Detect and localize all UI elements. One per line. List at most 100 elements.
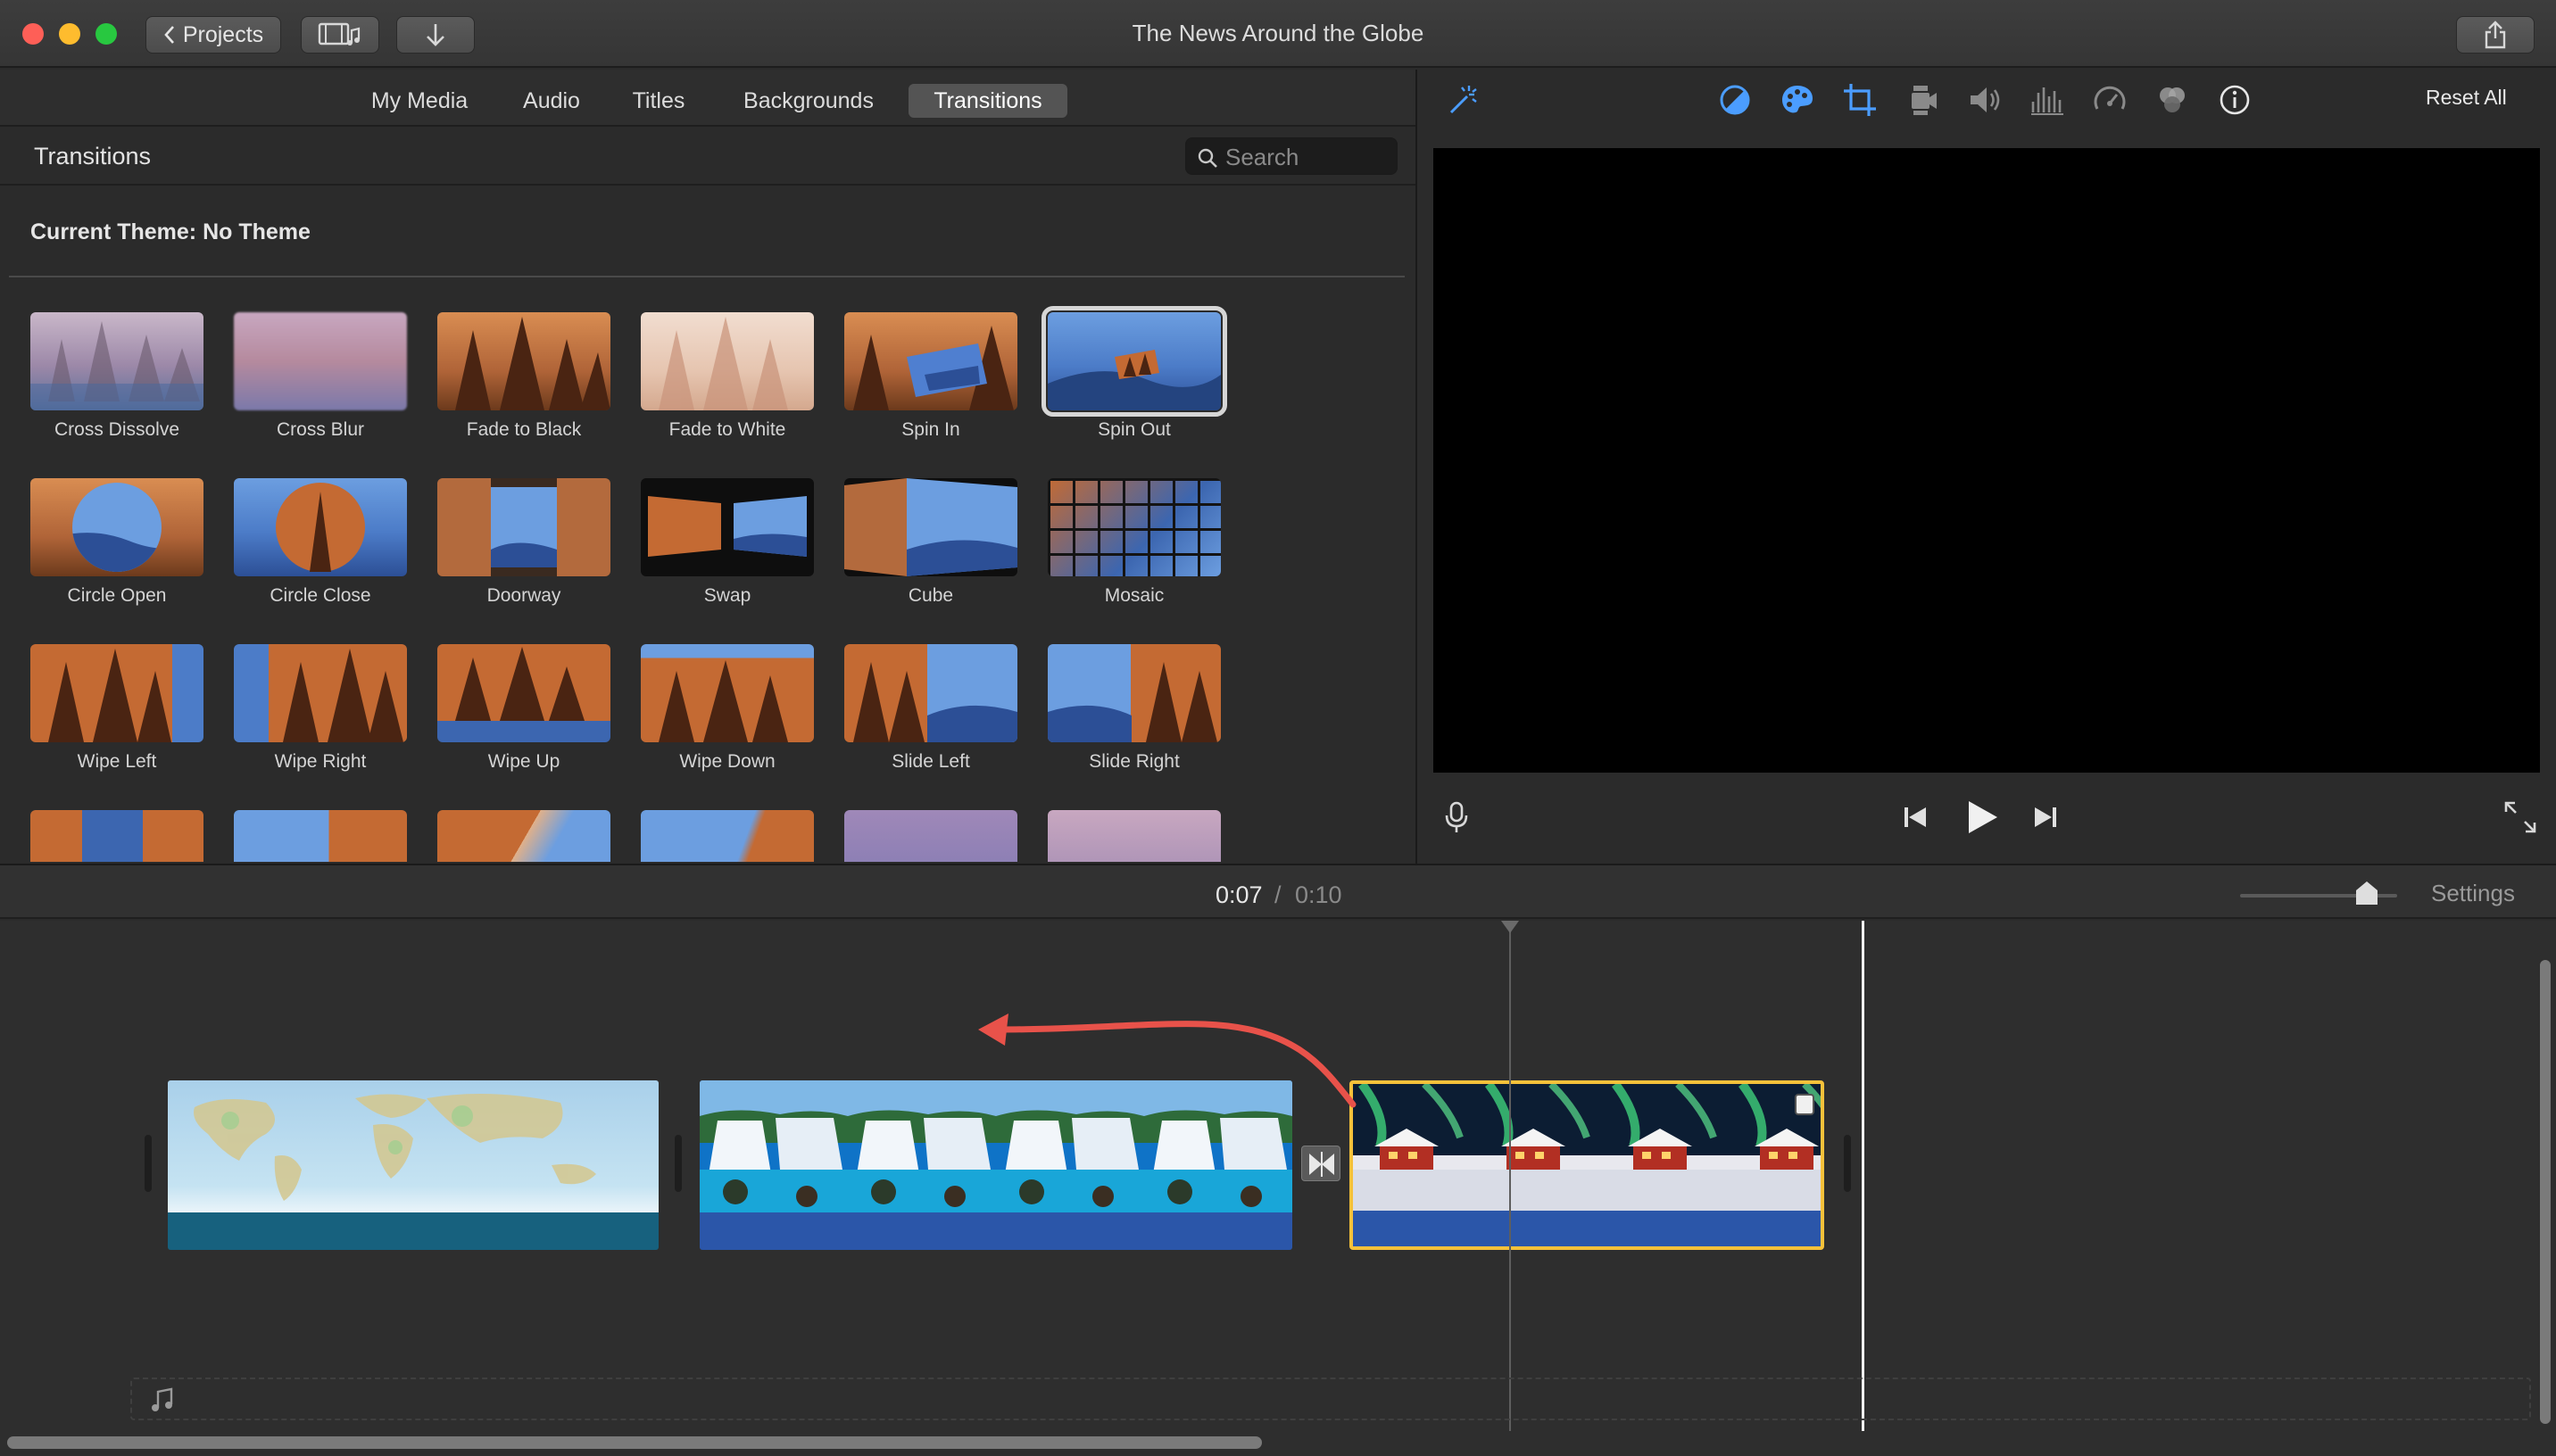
fullscreen-icon[interactable] [2502,799,2538,835]
transition-partial[interactable] [844,810,1019,862]
share-icon [2484,21,2507,49]
noise-reduction-icon[interactable] [2029,82,2065,118]
stabilization-icon[interactable] [1905,82,1940,118]
aurora-cabin-clip[interactable] [1349,1080,1824,1250]
clip-thumbnail [1353,1084,1821,1211]
reset-all-button[interactable]: Reset All [2426,86,2507,110]
transition-thumbnail [234,478,407,576]
transition-label: Wipe Down [679,751,776,772]
play-button[interactable] [1960,796,2003,839]
transition-label: Doorway [486,585,561,606]
transition-fade-to-white[interactable]: Fade to White [641,312,816,464]
clip-handle[interactable] [1844,1135,1851,1192]
clip-handle[interactable] [145,1135,152,1192]
transition-slide-right[interactable]: Slide Right [1048,644,1223,796]
transition-thumbnail [30,810,203,862]
transition-label: Cross Blur [276,419,365,440]
clip-audio-bar [1353,1211,1821,1246]
transition-thumbnail [30,478,203,576]
transition-wipe-right[interactable]: Wipe Right [234,644,409,796]
viewer-panel: Reset All [1417,70,2556,864]
transition-partial[interactable] [641,810,816,862]
transition-thumbnail [641,810,814,862]
transition-thumbnail [234,644,407,742]
transition-label: Wipe Up [487,751,560,772]
transition-fade-to-black[interactable]: Fade to Black [437,312,612,464]
transition-thumbnail [437,644,610,742]
transition-thumbnail [641,478,814,576]
transition-label: Circle Open [67,585,167,606]
transition-cube[interactable]: Cube [844,478,1019,630]
transition-slide-left[interactable]: Slide Left [844,644,1019,796]
transition-thumbnail [844,312,1017,410]
transition-wipe-down[interactable]: Wipe Down [641,644,816,796]
zoom-slider-knob[interactable] [2356,881,2378,905]
video-preview-screen [1433,148,2540,773]
playhead[interactable] [1862,921,1864,1431]
transition-thumbnail [234,810,407,862]
transition-label: Wipe Right [274,751,367,772]
share-button[interactable] [2456,16,2535,54]
transition-thumbnail [641,644,814,742]
microphone-icon[interactable] [1439,799,1474,835]
annotation-arrow [978,1013,1357,1108]
transition-label: Fade to Black [466,419,582,440]
transition-thumbnail [844,644,1017,742]
transition-cross-dissolve[interactable]: Cross Dissolve [30,312,205,464]
transition-wipe-up[interactable]: Wipe Up [437,644,612,796]
transition-partial[interactable] [1048,810,1223,862]
transition-wipe-left[interactable]: Wipe Left [30,644,205,796]
title-bar: Projects The News Around the Globe [0,0,2556,68]
transitions-grid: Cross Dissolve Cross Blur Fade to Black … [0,70,1415,864]
current-time: 0:07 [1216,881,1263,908]
magic-wand-icon[interactable] [1444,82,1480,118]
skip-forward-icon[interactable] [2028,799,2063,835]
transition-mosaic[interactable]: Mosaic [1048,478,1223,630]
transition-label: Slide Left [892,751,970,772]
world-map-clip[interactable] [168,1080,659,1250]
transition-thumbnail [844,478,1017,576]
info-icon[interactable] [2217,82,2253,118]
clip-filter-icon[interactable] [2154,82,2190,118]
content-browser: My Media Audio Titles Backgrounds Transi… [0,70,1415,864]
transition-label: Fade to White [668,419,786,440]
transition-spin-in[interactable]: Spin In [844,312,1019,464]
clip-audio-bar [700,1212,1292,1250]
transition-label: Mosaic [1104,585,1165,606]
transition-thumbnail [30,312,203,410]
transition-spin-out[interactable]: Spin Out [1041,306,1227,464]
background-music-well[interactable] [130,1377,2531,1420]
transition-thumbnail [1048,478,1221,576]
transition-circle-open[interactable]: Circle Open [30,478,205,630]
transition-thumbnail [234,312,407,410]
transition-partial[interactable] [30,810,205,862]
transition-marker[interactable] [1301,1146,1340,1181]
transition-circle-close[interactable]: Circle Close [234,478,409,630]
color-balance-icon[interactable] [1717,82,1753,118]
time-separator: / [1274,881,1282,908]
timeline [0,921,2556,1456]
timeline-settings-button[interactable]: Settings [2431,880,2515,907]
horizontal-scrollbar[interactable] [7,1436,1262,1449]
transition-partial[interactable] [234,810,409,862]
crop-icon[interactable] [1842,82,1878,118]
clip-audio-bar [168,1212,659,1250]
transition-label: Spin Out [1098,419,1171,440]
transition-swap[interactable]: Swap [641,478,816,630]
transition-thumbnail [437,478,610,576]
skip-back-icon[interactable] [1897,799,1933,835]
volume-icon[interactable] [1967,82,2003,118]
transition-cross-blur[interactable]: Cross Blur [234,312,409,464]
transition-partial[interactable] [437,810,612,862]
transition-doorway[interactable]: Doorway [437,478,612,630]
transition-thumbnail [437,810,610,862]
color-correction-icon[interactable] [1780,82,1815,118]
vertical-scrollbar[interactable] [2540,960,2551,1424]
speed-icon[interactable] [2092,82,2128,118]
transition-thumbnail [437,312,610,410]
transition-thumbnail [1048,644,1221,742]
transition-label: Swap [703,585,751,606]
transition-thumbnail [1048,810,1221,862]
clip-handle[interactable] [675,1135,682,1192]
imovie-window: Projects The News Around the Globe My Me… [0,0,2556,1456]
